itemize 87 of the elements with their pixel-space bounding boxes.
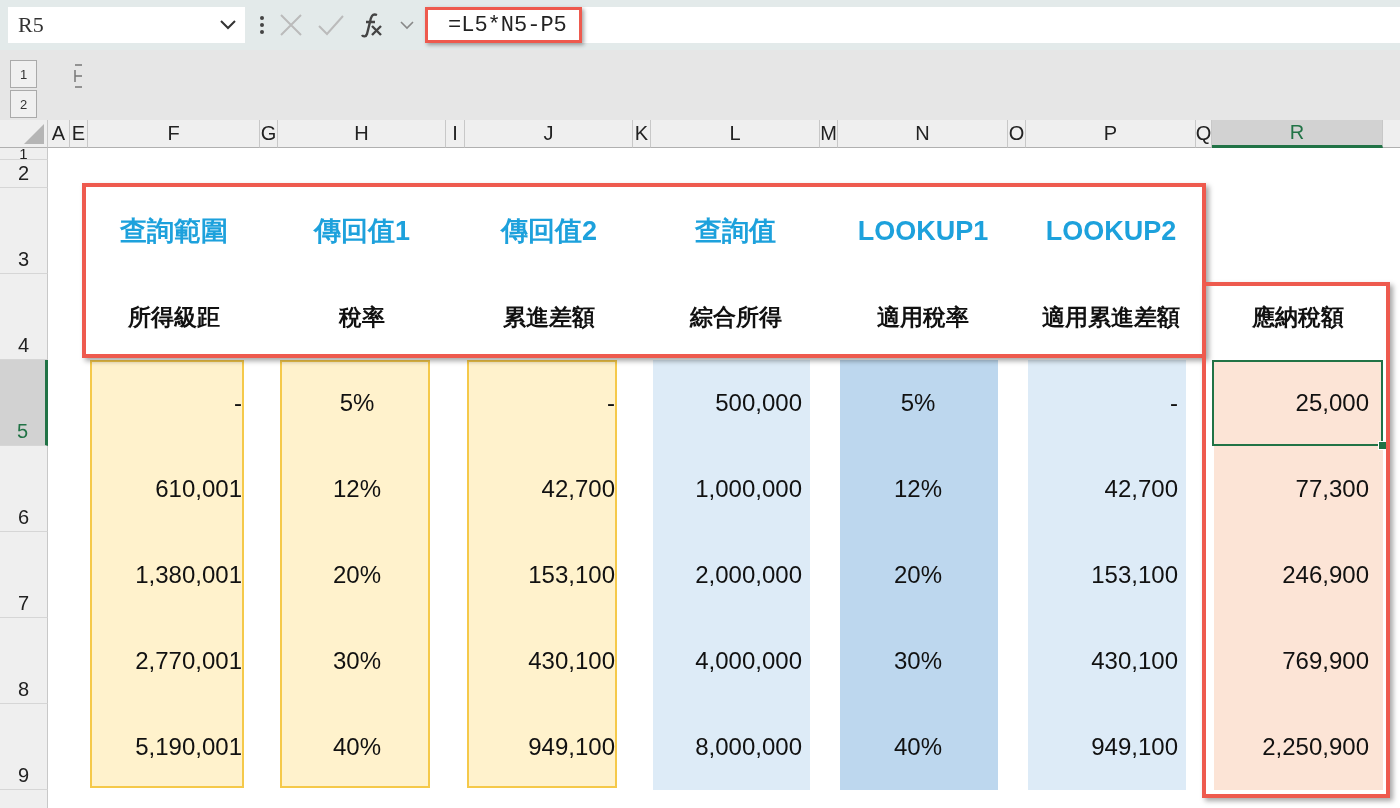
column-header[interactable]: F [88, 120, 260, 148]
corner-triangle-icon [24, 124, 44, 144]
table-cell-text: 5% [899, 388, 937, 418]
table-cell-text: 500,000 [714, 388, 803, 418]
chevron-down-icon [219, 19, 237, 31]
lookup-label: LOOKUP1 [856, 214, 990, 248]
column-title: 稅率 [338, 302, 386, 332]
table-cell-text: 20% [892, 560, 943, 590]
table-cell-text: 610,001 [154, 474, 243, 504]
outline-level-button[interactable]: 1 [10, 60, 37, 88]
name-box[interactable]: R5 [8, 7, 245, 43]
row-header[interactable]: 1 [0, 148, 48, 160]
table-cell-text: 30% [892, 646, 943, 676]
column-header[interactable]: A [48, 120, 70, 148]
formula-text: =L5*N5-P5 [425, 7, 582, 43]
column-header[interactable]: N [838, 120, 1008, 148]
table-cell-text: 430,100 [1090, 646, 1179, 676]
table-cell-text: 5% [338, 388, 376, 418]
column-header[interactable]: P [1026, 120, 1196, 148]
table-cell-text: 40% [331, 732, 382, 762]
table-cell-text: 949,100 [527, 732, 616, 762]
row-header[interactable]: 9 [0, 704, 48, 790]
column-title: 累進差額 [502, 302, 596, 332]
formula-field[interactable]: =L5*N5-P5 [425, 7, 1400, 43]
table-cell-text: 42,700 [1103, 474, 1179, 504]
column-header[interactable]: O [1008, 120, 1026, 148]
row-header[interactable]: 7 [0, 532, 48, 618]
table-cell-text: 12% [331, 474, 382, 504]
lookup-label: 傳回值1 [312, 215, 411, 248]
table-cell-text: 4,000,000 [694, 646, 803, 676]
table-cell-text: 153,100 [1090, 560, 1179, 590]
row-header[interactable]: 3 [0, 188, 48, 274]
table-cell-text: 153,100 [527, 560, 616, 590]
table-cell-text: - [233, 388, 243, 418]
row-header[interactable]: 6 [0, 446, 48, 532]
table-cell[interactable]: 769,900 [1212, 618, 1383, 704]
table-cell-text: 2,000,000 [694, 560, 803, 590]
table-cell-text: 949,100 [1090, 732, 1179, 762]
table-cell-text: 5,190,001 [134, 732, 243, 762]
column-header[interactable]: Q [1196, 120, 1212, 148]
table-cell-text: 430,100 [527, 646, 616, 676]
column-header[interactable]: H [278, 120, 446, 148]
select-all-corner[interactable] [0, 120, 48, 148]
table-cell-text: 1,000,000 [694, 474, 803, 504]
column-title: 所得級距 [127, 302, 221, 332]
row-header[interactable]: 2 [0, 160, 48, 188]
table-cell-text: 40% [892, 732, 943, 762]
function-icon[interactable] [359, 12, 385, 38]
chevron-down-icon[interactable] [399, 20, 415, 30]
table-cell-text: - [1169, 388, 1179, 418]
table-cell-text: 42,700 [540, 474, 616, 504]
column-header[interactable]: L [651, 120, 820, 148]
column-header[interactable]: I [446, 120, 465, 148]
table-cell[interactable]: 2,250,900 [1212, 704, 1383, 790]
table-cell-text: - [606, 388, 616, 418]
column-header[interactable]: G [260, 120, 278, 148]
lookup-label: 查詢值 [694, 215, 777, 248]
lookup-label: LOOKUP2 [1044, 214, 1178, 248]
table-cell[interactable]: 246,900 [1212, 532, 1383, 618]
table-cell-text: 20% [331, 560, 382, 590]
column-title: 應納稅額 [1250, 302, 1345, 332]
column-header[interactable]: R [1212, 120, 1383, 148]
row-header-strip [0, 790, 48, 808]
column-header[interactable]: M [820, 120, 838, 148]
outline-level-button[interactable]: 2 [10, 90, 37, 118]
column-title: 綜合所得 [688, 302, 783, 332]
lookup-label: 查詢範圍 [119, 215, 229, 248]
row-header[interactable]: 8 [0, 618, 48, 704]
table-cell[interactable]: 77,300 [1212, 446, 1383, 532]
cancel-icon[interactable] [279, 13, 303, 37]
check-icon[interactable] [317, 14, 345, 36]
more-options-icon[interactable] [259, 15, 265, 35]
table-cell-text: 30% [331, 646, 382, 676]
lookup-label: 傳回值2 [499, 215, 598, 248]
table-cell-text: 12% [892, 474, 943, 504]
table-cell-text: 2,770,001 [134, 646, 243, 676]
table-cell-text: 1,380,001 [134, 560, 243, 590]
row-header[interactable]: 4 [0, 274, 48, 360]
column-header[interactable]: K [633, 120, 651, 148]
cell-reference: R5 [18, 12, 44, 38]
column-title: 適用稅率 [876, 302, 970, 332]
column-title: 適用累進差額 [1041, 302, 1181, 332]
column-header[interactable]: E [70, 120, 88, 148]
column-header[interactable]: J [465, 120, 633, 148]
row-header[interactable]: 5 [0, 360, 48, 446]
group-bracket-icon[interactable] [73, 64, 83, 88]
table-cell-text: 8,000,000 [694, 732, 803, 762]
